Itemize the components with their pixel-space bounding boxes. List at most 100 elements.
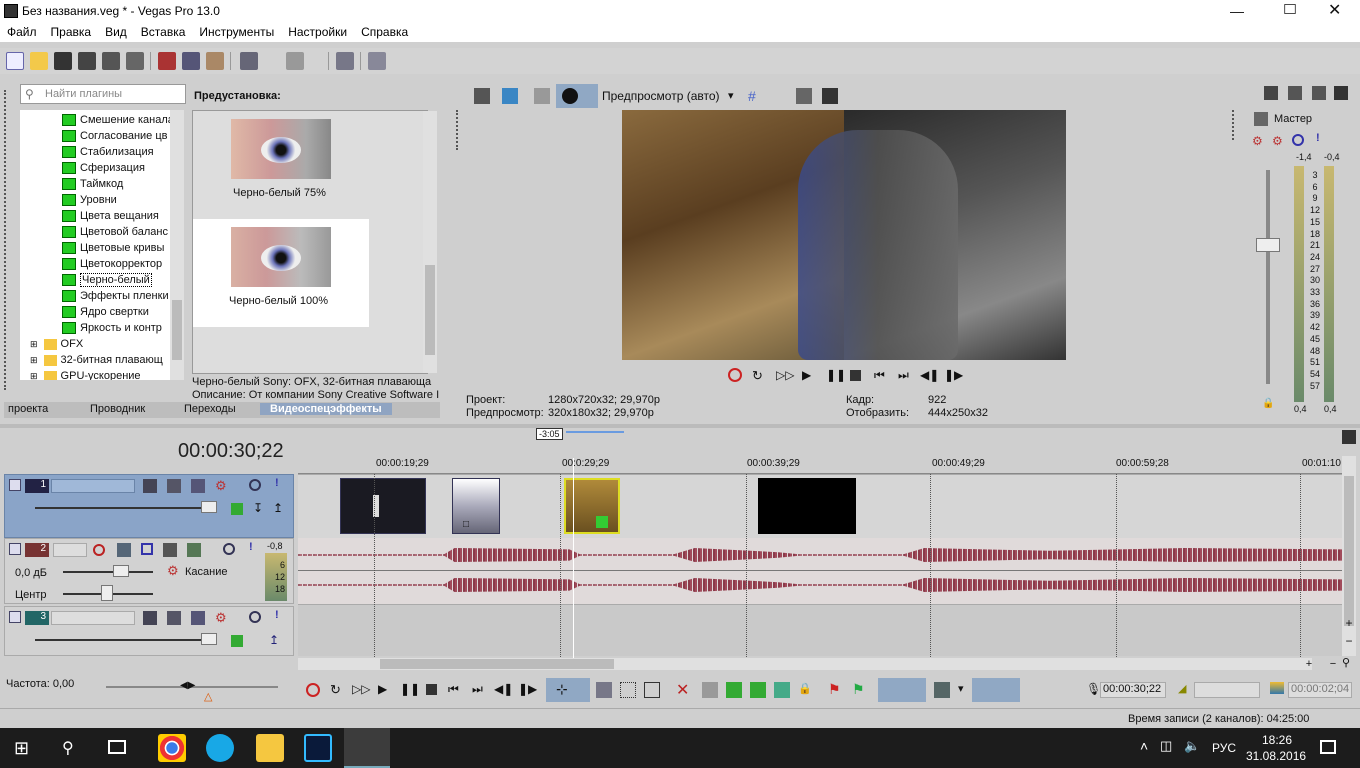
record-button[interactable] xyxy=(306,683,320,697)
plugin-item[interactable]: Яркость и контр xyxy=(62,320,162,336)
plugin-search[interactable]: ⚲ Найти плагины xyxy=(20,84,186,104)
video-fx-icon[interactable]: ⚙ xyxy=(215,478,227,494)
arrow-up-icon[interactable]: ↥ xyxy=(269,633,279,647)
loop-icon[interactable]: ↻ xyxy=(330,682,341,698)
start-button[interactable]: ⊞ xyxy=(14,738,29,759)
composite-mode-icon[interactable] xyxy=(191,611,205,625)
track-name-field[interactable] xyxy=(51,611,135,625)
timeline-ruler[interactable]: 00:00:19;29 00:0:29;29 00:00:39;29 00:00… xyxy=(298,456,1342,474)
expand-icon[interactable]: ⊞ xyxy=(30,339,38,349)
master-fx-icon-2[interactable]: ⚙ xyxy=(1272,134,1283,148)
preview-quality-button[interactable] xyxy=(556,84,598,108)
stop-icon[interactable] xyxy=(850,370,861,381)
selection-tool-icon[interactable] xyxy=(620,682,636,698)
pause-icon[interactable]: ❚❚ xyxy=(826,368,846,382)
zoom-in-vertical[interactable]: + xyxy=(1342,616,1356,630)
plugin-item[interactable]: Смешение канала xyxy=(62,112,170,128)
trim-icon[interactable] xyxy=(702,682,718,698)
plugin-item[interactable]: Уровни xyxy=(62,192,117,208)
zoom-tool-icon[interactable]: ⚲ xyxy=(1342,656,1350,669)
go-to-end-icon[interactable]: ⏭ xyxy=(898,368,909,383)
delete-icon[interactable]: ✕ xyxy=(676,680,689,700)
panel-grip[interactable] xyxy=(456,110,462,150)
plugin-item[interactable]: Согласование цв xyxy=(62,128,167,144)
overlays-icon[interactable]: # xyxy=(748,88,764,104)
trim-start-icon[interactable] xyxy=(726,682,742,698)
track-name-field[interactable] xyxy=(53,543,87,557)
volume-knob[interactable] xyxy=(113,565,129,577)
search-input[interactable]: Найти плагины xyxy=(45,88,122,100)
save-snapshot-icon[interactable] xyxy=(822,88,838,104)
solo-icon[interactable]: ! xyxy=(275,477,279,489)
scroll-thumb[interactable] xyxy=(425,265,435,355)
menu-file[interactable]: Файл xyxy=(0,22,44,42)
volume-icon[interactable]: 🔈 xyxy=(1184,738,1200,754)
redo-icon[interactable] xyxy=(286,52,304,70)
timeline-hscrollbar[interactable] xyxy=(298,658,1312,670)
playhead[interactable] xyxy=(573,458,574,658)
clock-date[interactable]: 31.08.2016 xyxy=(1246,749,1306,763)
master-mute-icon[interactable] xyxy=(1292,134,1304,146)
preset-scrollbar[interactable] xyxy=(423,111,437,373)
master-fader-track[interactable] xyxy=(1266,170,1270,384)
external-monitor-icon[interactable] xyxy=(502,88,518,104)
zoom-tool-icon[interactable] xyxy=(644,682,660,698)
plugin-item[interactable]: Стабилизация xyxy=(62,144,154,160)
play-from-start-icon[interactable]: ▷▷ xyxy=(776,368,794,382)
paste-icon[interactable] xyxy=(206,52,224,70)
arrow-up-icon[interactable]: ↥ xyxy=(273,501,283,515)
track-collapse-icon[interactable] xyxy=(9,543,21,555)
panel-grip[interactable] xyxy=(4,90,10,390)
video-fx-icon[interactable]: ⚙ xyxy=(215,610,227,626)
video-event[interactable] xyxy=(758,478,856,534)
mute-icon[interactable] xyxy=(223,543,235,555)
track-collapse-icon[interactable] xyxy=(9,611,21,623)
menu-options[interactable]: Настройки xyxy=(281,22,354,42)
zoom-out-vertical[interactable]: − xyxy=(1342,634,1356,648)
downmix-icon[interactable] xyxy=(1288,86,1302,100)
dim-icon[interactable] xyxy=(1312,86,1326,100)
notification-icon[interactable] xyxy=(1320,740,1336,754)
envelope-tool-icon[interactable] xyxy=(596,682,612,698)
opacity-slider[interactable] xyxy=(35,639,215,641)
selection-start-time[interactable] xyxy=(1194,682,1260,698)
menu-tools[interactable]: Инструменты xyxy=(192,22,281,42)
new-icon[interactable] xyxy=(6,52,24,70)
edit-tool-button[interactable]: ⊹ xyxy=(546,678,590,702)
go-to-start-icon[interactable]: ⏮ xyxy=(874,368,885,383)
maximize-button[interactable] xyxy=(1284,4,1296,14)
arm-record-icon[interactable] xyxy=(93,544,105,556)
search-icon[interactable]: ⚲ xyxy=(62,738,74,758)
go-to-end-icon[interactable]: ⏭ xyxy=(472,682,483,697)
tab-video-fx[interactable]: Видеоспецэффекты xyxy=(260,403,392,415)
cut-icon[interactable] xyxy=(158,52,176,70)
file-explorer-icon[interactable] xyxy=(256,734,284,762)
invert-phase-icon[interactable] xyxy=(117,543,131,557)
prev-frame-icon[interactable]: ◀❚ xyxy=(920,368,939,382)
mixer-properties-icon[interactable] xyxy=(1334,86,1348,100)
folder-item[interactable]: ⊞ GPU-ускорение xyxy=(30,368,141,380)
audio-lane-2[interactable] xyxy=(298,538,1342,604)
lock-envelopes-icon[interactable] xyxy=(934,682,950,698)
properties-icon[interactable] xyxy=(126,52,144,70)
folder-item[interactable]: ⊞ 32-битная плавающ xyxy=(30,352,163,368)
chrome-icon[interactable] xyxy=(158,734,186,762)
lock-icon[interactable]: 🔒 xyxy=(1262,398,1274,409)
plugin-item[interactable]: Цветокорректор xyxy=(62,256,162,272)
loop-icon[interactable]: ↻ xyxy=(752,368,763,384)
track-name-field[interactable] xyxy=(51,479,135,493)
prev-frame-icon[interactable]: ◀❚ xyxy=(494,682,513,696)
arrow-down-icon[interactable]: ↧ xyxy=(253,501,263,515)
close-button[interactable]: ✕ xyxy=(1328,0,1341,20)
opacity-knob[interactable] xyxy=(201,633,217,645)
mixer-icon[interactable] xyxy=(1264,86,1278,100)
track-header-video-1[interactable]: 1 ⚙ ! ↧ ↥ xyxy=(4,474,294,538)
composite-mode-icon[interactable] xyxy=(191,479,205,493)
vegas-active-icon[interactable] xyxy=(344,728,390,768)
plugin-item[interactable]: Цветовые кривы xyxy=(62,240,164,256)
mute-icon[interactable] xyxy=(249,611,261,623)
timeline-side-icon[interactable] xyxy=(1342,430,1356,444)
tray-chevron-icon[interactable]: ˄ xyxy=(1140,738,1148,754)
automation-icon[interactable] xyxy=(187,543,201,557)
language-indicator[interactable]: РУС xyxy=(1212,741,1236,755)
